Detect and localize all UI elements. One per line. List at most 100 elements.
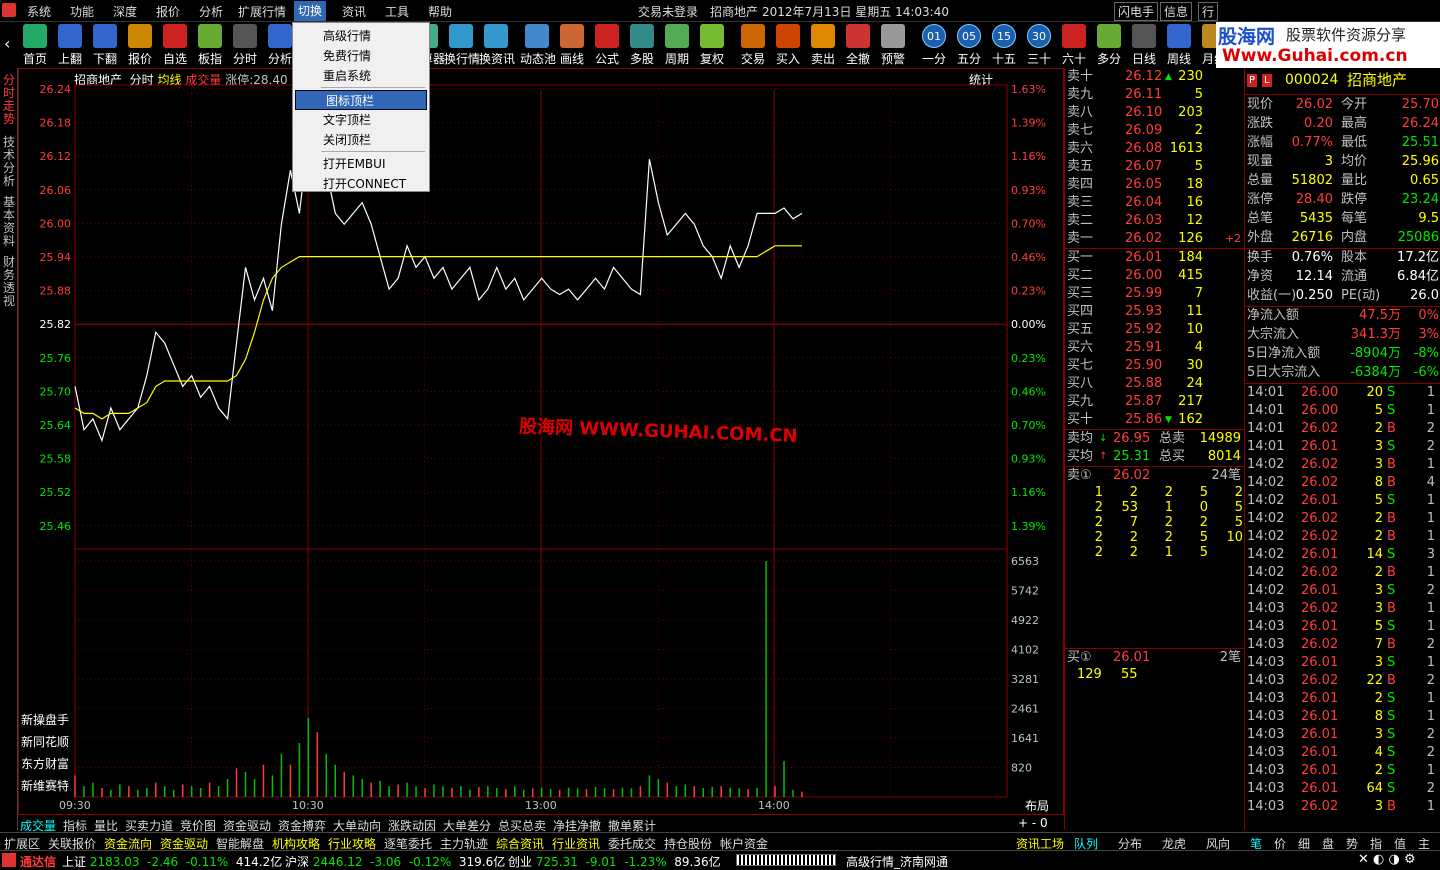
toolbar-button-4[interactable]: 自选 [158, 24, 192, 68]
tick-row[interactable]: 14:03 26.01 3 S 2 [1247, 726, 1439, 744]
toolbar-button-27[interactable]: 15 十五 [987, 24, 1021, 68]
buy1-queue-header[interactable]: 买① 26.01 2笔 [1067, 649, 1243, 667]
tick-row[interactable]: 14:02 26.02 2 B 1 [1247, 564, 1439, 582]
toolbar-button-26[interactable]: 05 五分 [952, 24, 986, 68]
avg-sell[interactable]: 卖均 ↓ 26.95 总卖 14989 [1067, 430, 1243, 448]
tick-row[interactable]: 14:02 26.02 2 B 1 [1247, 528, 1439, 546]
toolbar-button-0[interactable]: 首页 [18, 24, 52, 68]
layout-button[interactable]: 布局 [1025, 797, 1049, 814]
status-icons[interactable]: ✕ ◐ ◑ ⚙ [1358, 852, 1416, 867]
sell-level[interactable]: 卖十 26.12 ▲ 230 [1067, 68, 1243, 86]
tick-row[interactable]: 14:03 26.01 8 S 1 [1247, 708, 1439, 726]
menu-analysis[interactable]: 分析 [199, 3, 223, 20]
index-hs[interactable]: 沪深 2446.12 -3.06 -0.12% 319.6亿 [285, 853, 505, 870]
toolbar-button-28[interactable]: 30 三十 [1022, 24, 1056, 68]
menu-close-topbar[interactable]: 关闭顶栏 [293, 130, 429, 150]
tick-row[interactable]: 14:03 26.01 2 S 1 [1247, 762, 1439, 780]
toolbar-button-13[interactable]: 换资讯 [479, 24, 515, 68]
tick-row[interactable]: 14:03 26.01 64 S 2 [1247, 780, 1439, 798]
toolbar-button-24[interactable]: 预警 [876, 24, 910, 68]
tab-intraday[interactable]: 分时走势 [2, 74, 16, 126]
toolbar-button-20[interactable]: 交易 [736, 24, 770, 68]
toolbar-button-3[interactable]: 报价 [123, 24, 157, 68]
toolbar-button-12[interactable]: 换行情 [444, 24, 480, 68]
sell1-queue-header[interactable]: 卖① 26.02 24笔 [1067, 467, 1243, 485]
toolbar-button-22[interactable]: 卖出 [806, 24, 840, 68]
menu-quote[interactable]: 报价 [156, 3, 180, 20]
menu-switch[interactable]: 切换 [294, 1, 327, 21]
flash-trade-button[interactable]: 闪电手 [1114, 2, 1159, 21]
server-name[interactable]: 高级行情_济南网通 [846, 853, 948, 870]
menu-open-embui[interactable]: 打开EMBUI [293, 154, 429, 174]
tick-row[interactable]: 14:02 26.02 8 B 4 [1247, 474, 1439, 492]
more-button[interactable]: 行 [1198, 2, 1219, 21]
index-sh[interactable]: 上证 2183.03 -2.46 -0.11% 414.2亿 [62, 853, 282, 870]
info-button[interactable]: 信息 [1160, 2, 1193, 21]
toolbar-button-15[interactable]: 画线 [555, 24, 589, 68]
sell-level[interactable]: 卖八 26.10 203 [1067, 104, 1243, 122]
tick-row[interactable]: 14:03 26.02 3 B 1 [1247, 798, 1439, 816]
chart-nav-controls[interactable]: + - 0 [1018, 816, 1048, 830]
tick-row[interactable]: 14:03 26.01 2 S 1 [1247, 690, 1439, 708]
menu-text-topbar[interactable]: 文字顶栏 [293, 110, 429, 130]
sell-level[interactable]: 卖九 26.11 5 [1067, 86, 1243, 104]
tick-row[interactable]: 14:02 26.02 3 B 1 [1247, 456, 1439, 474]
toolbar-button-18[interactable]: 周期 [660, 24, 694, 68]
sell1-queue-row[interactable]: 2215 [1067, 544, 1243, 562]
sell-level[interactable]: 卖三 26.04 16 [1067, 194, 1243, 212]
sell-level[interactable]: 卖七 26.09 2 [1067, 122, 1243, 140]
tick-row[interactable]: 14:03 26.02 22 B 2 [1247, 672, 1439, 690]
toolbar-button-30[interactable]: 多分 [1092, 24, 1126, 68]
buy-level[interactable]: 买八 25.88 24 [1067, 375, 1243, 393]
tick-row[interactable]: 14:01 26.00 20 S 1 [1247, 384, 1439, 402]
menu-function[interactable]: 功能 [70, 3, 94, 20]
buy-level[interactable]: 买七 25.90 30 [1067, 357, 1243, 375]
tick-row[interactable]: 14:02 26.02 2 B 1 [1247, 510, 1439, 528]
tick-row[interactable]: 14:01 26.02 2 B 2 [1247, 420, 1439, 438]
toolbar-button-25[interactable]: 01 一分 [917, 24, 951, 68]
menu-icon-topbar[interactable]: 图标顶栏 [295, 90, 427, 110]
buy-level[interactable]: 买三 25.99 7 [1067, 285, 1243, 303]
buy-level[interactable]: 买一 26.01 184 [1067, 249, 1243, 267]
tick-row[interactable]: 14:03 26.01 5 S 1 [1247, 618, 1439, 636]
toolbar-button-5[interactable]: 板指 [193, 24, 227, 68]
tab-technical[interactable]: 技术分析 [2, 136, 16, 188]
menu-restart[interactable]: 重启系统 [293, 66, 429, 86]
toolbar-left-arrow-icon[interactable]: ‹ [4, 34, 10, 53]
toolbar-button-17[interactable]: 多股 [625, 24, 659, 68]
buy-level[interactable]: 买六 25.91 4 [1067, 339, 1243, 357]
side-label[interactable]: 新维赛特 [21, 775, 69, 797]
toolbar-button-21[interactable]: 买入 [771, 24, 805, 68]
toolbar-button-29[interactable]: 六十 [1057, 24, 1091, 68]
avg-buy[interactable]: 买均 ↑ 25.31 总买 8014 [1067, 448, 1243, 466]
sell-level[interactable]: 卖二 26.03 12 [1067, 212, 1243, 230]
buy-level[interactable]: 买五 25.92 10 [1067, 321, 1243, 339]
side-label[interactable]: 新操盘手 [21, 709, 69, 731]
tick-row[interactable]: 14:02 26.01 3 S 2 [1247, 582, 1439, 600]
toolbar-button-1[interactable]: 上翻 [53, 24, 87, 68]
tick-row[interactable]: 14:03 26.01 4 S 2 [1247, 744, 1439, 762]
toolbar-button-14[interactable]: 动态池 [520, 24, 556, 68]
buy-level[interactable]: 买二 26.00 415 [1067, 267, 1243, 285]
buy-level[interactable]: 买十 25.86 ▼ 162 [1067, 411, 1243, 429]
tick-row[interactable]: 14:03 26.01 3 S 1 [1247, 654, 1439, 672]
menu-extended[interactable]: 扩展行情 [238, 3, 286, 20]
menu-free-quote[interactable]: 免费行情 [293, 46, 429, 66]
tick-row[interactable]: 14:03 26.02 7 B 2 [1247, 636, 1439, 654]
toolbar-button-23[interactable]: 全撤 [841, 24, 875, 68]
sell-level[interactable]: 卖六 26.08 1613 [1067, 140, 1243, 158]
tick-row[interactable]: 14:02 26.01 5 S 1 [1247, 492, 1439, 510]
index-cy[interactable]: 创业 725.31 -9.01 -1.23% 89.36亿 [508, 853, 721, 870]
menu-system[interactable]: 系统 [27, 3, 51, 20]
tick-row[interactable]: 14:01 26.01 3 S 2 [1247, 438, 1439, 456]
menu-depth[interactable]: 深度 [113, 3, 137, 20]
sell-level[interactable]: 卖五 26.07 5 [1067, 158, 1243, 176]
tick-row[interactable]: 14:02 26.01 14 S 3 [1247, 546, 1439, 564]
sell-level[interactable]: 卖四 26.05 18 [1067, 176, 1243, 194]
menu-tools[interactable]: 工具 [385, 3, 409, 20]
toolbar-button-16[interactable]: 公式 [590, 24, 624, 68]
toolbar-button-6[interactable]: 分时 [228, 24, 262, 68]
tab-fundamentals[interactable]: 基本资料 [2, 196, 16, 248]
side-label[interactable]: 新同花顺 [21, 731, 69, 753]
menu-advanced-quote[interactable]: 高级行情 [293, 26, 429, 46]
